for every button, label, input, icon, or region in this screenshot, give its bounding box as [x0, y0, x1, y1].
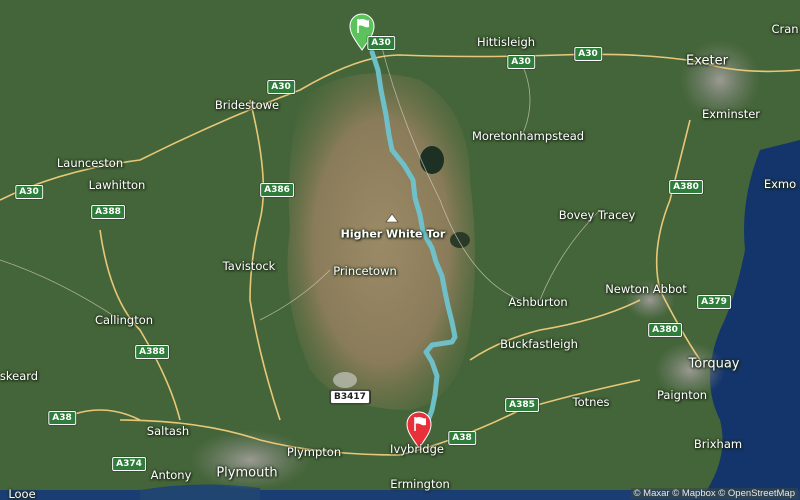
place-label-torquay: Torquay [688, 356, 740, 372]
place-label-looe: Looe [8, 487, 36, 500]
road-shield-a38: A38 [448, 431, 476, 445]
map-view[interactable]: Launceston Lawhitton Bridestowe Hittisleigh… [0, 0, 800, 500]
place-label-newton-abbot: Newton Abbot [605, 282, 687, 296]
road-shield-a380: A380 [669, 180, 703, 194]
place-label-ivybridge: Ivybridge [390, 442, 444, 456]
place-label-plympton: Plympton [286, 445, 342, 459]
place-label-exmo: Exmo [763, 177, 797, 191]
road-shield-a30: A30 [574, 47, 602, 61]
place-label-moretonhampstead: Moretonhampstead [471, 129, 585, 143]
place-label-buckfastleigh: Buckfastleigh [500, 337, 578, 351]
place-label-tavistock: Tavistock [222, 259, 276, 273]
place-label-launceston: Launceston [56, 156, 124, 170]
road-shield-a38: A38 [48, 411, 76, 425]
place-label-antony: Antony [150, 468, 192, 482]
place-label-saltash: Saltash [146, 424, 190, 438]
road-shield-a388: A388 [91, 205, 125, 219]
place-label-brixham: Brixham [693, 437, 743, 451]
place-label-callington: Callington [94, 313, 154, 327]
road-shield-a386: A386 [260, 183, 294, 197]
road-shield-a380: A380 [648, 323, 682, 337]
road-shield-a388: A388 [135, 345, 169, 359]
place-label-skeard: skeard [0, 369, 39, 383]
road-shield-a30: A30 [367, 36, 395, 50]
place-label-hittisleigh: Hittisleigh [476, 35, 536, 49]
place-label-exminster: Exminster [701, 107, 761, 121]
road-shield-b3417: B3417 [330, 390, 370, 404]
place-label-higher-white-tor: Higher White Tor [340, 227, 446, 241]
map-attribution[interactable]: © Maxar © Mapbox © OpenStreetMap [630, 488, 798, 499]
place-label-bovey-tracey: Bovey Tracey [558, 208, 636, 222]
place-label-plymouth: Plymouth [216, 465, 278, 481]
place-label-paignton: Paignton [656, 388, 708, 402]
place-label-princetown: Princetown [333, 264, 397, 278]
road-shield-a379: A379 [697, 295, 731, 309]
place-label-totnes: Totnes [572, 395, 610, 409]
place-label-bridestowe: Bridestowe [214, 98, 280, 112]
road-shield-a30: A30 [267, 80, 295, 94]
satellite-basemap [0, 0, 800, 500]
place-label-cran: Cran [771, 22, 799, 36]
place-label-exeter: Exeter [686, 53, 728, 69]
dartmoor-moorland [287, 73, 475, 411]
road-shield-a385: A385 [505, 398, 539, 412]
place-label-lawhitton: Lawhitton [88, 178, 146, 192]
place-label-ermington: Ermington [390, 477, 450, 491]
road-shield-a374: A374 [112, 457, 146, 471]
road-shield-a30: A30 [507, 55, 535, 69]
place-label-ashburton: Ashburton [508, 295, 568, 309]
road-shield-a30: A30 [15, 185, 43, 199]
